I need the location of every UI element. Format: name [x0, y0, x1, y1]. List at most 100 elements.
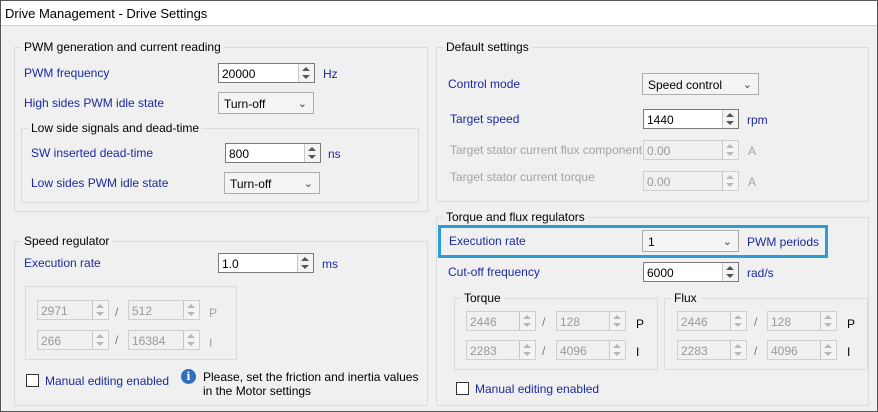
slash-separator: / [115, 333, 119, 347]
low-side-group-title: Low side signals and dead-time [28, 121, 203, 135]
high-idle-label: High sides PWM idle state [24, 96, 165, 110]
pwm-group-title: PWM generation and current reading [21, 40, 224, 54]
pwm-frequency-unit: Hz [323, 67, 338, 81]
tf-manual-edit-checkbox[interactable] [456, 382, 469, 395]
spin-arrows-icon[interactable] [92, 301, 108, 319]
speed-exec-rate-input[interactable]: 1.0 [218, 253, 314, 273]
tf-exec-rate-unit: PWM periods [747, 235, 820, 249]
speed-regulator-title: Speed regulator [21, 234, 113, 248]
cutoff-frequency-input[interactable]: 6000 [643, 262, 739, 282]
title-bar: Drive Management - Drive Settings [1, 1, 877, 26]
target-flux-label: Target stator current flux component [450, 143, 643, 157]
torque-p-numerator-value: 2446 [470, 315, 497, 329]
torque-i-label: I [636, 345, 640, 359]
dead-time-unit: ns [328, 147, 341, 161]
control-mode-label: Control mode [448, 77, 521, 91]
target-torque-input[interactable]: 0.00 [643, 171, 739, 191]
speed-p-numerator-input[interactable]: 2971 [37, 300, 109, 320]
spin-arrows-icon[interactable] [297, 254, 313, 272]
spin-arrows-icon[interactable] [722, 141, 738, 159]
spin-arrows-icon[interactable] [730, 312, 746, 330]
dead-time-label: SW inserted dead-time [31, 146, 154, 160]
cutoff-frequency-value: 6000 [647, 266, 674, 280]
high-idle-select[interactable]: Turn-off ⌄ [218, 92, 314, 114]
default-settings-title: Default settings [443, 40, 532, 54]
low-side-group: Low side signals and dead-time [21, 121, 419, 203]
torque-i-numerator-input[interactable]: 2283 [466, 340, 536, 360]
spin-arrows-icon[interactable] [519, 312, 535, 330]
slash-separator: / [115, 305, 119, 319]
spin-arrows-icon[interactable] [722, 172, 738, 190]
spin-arrows-icon[interactable] [609, 341, 625, 359]
flux-p-numerator-input[interactable]: 2446 [677, 311, 747, 331]
flux-p-numerator-value: 2446 [681, 315, 708, 329]
tf-exec-rate-label: Execution rate [449, 234, 526, 248]
spin-arrows-icon[interactable] [820, 341, 836, 359]
control-mode-select[interactable]: Speed control ⌄ [642, 73, 759, 95]
spin-arrows-icon[interactable] [92, 331, 108, 349]
pwm-frequency-label: PWM frequency [24, 66, 110, 80]
chevron-down-icon: ⌄ [303, 178, 313, 190]
spin-arrows-icon[interactable] [519, 341, 535, 359]
spin-arrows-icon[interactable] [304, 144, 320, 162]
tf-manual-edit-label[interactable]: Manual editing enabled [475, 382, 599, 396]
spin-arrows-icon[interactable] [730, 341, 746, 359]
speed-p-label: P [209, 306, 218, 320]
speed-i-numerator-input[interactable]: 266 [37, 330, 109, 350]
flux-i-numerator-input[interactable]: 2283 [677, 340, 747, 360]
dead-time-value: 800 [229, 147, 250, 161]
flux-i-label: I [847, 345, 851, 359]
spin-arrows-icon[interactable] [609, 312, 625, 330]
high-idle-value: Turn-off [224, 97, 266, 111]
spin-arrows-icon[interactable] [820, 312, 836, 330]
pwm-frequency-value: 20000 [222, 67, 256, 81]
flux-i-numerator-value: 2283 [681, 344, 708, 358]
info-text-line1: Please, set the friction and inertia val… [203, 370, 419, 384]
target-flux-input[interactable]: 0.00 [643, 140, 739, 160]
torque-p-numerator-input[interactable]: 2446 [466, 311, 536, 331]
target-speed-input[interactable]: 1440 [643, 109, 739, 129]
torque-i-denominator-value: 4096 [560, 344, 587, 358]
window-title: Drive Management - Drive Settings [5, 6, 208, 21]
spin-arrows-icon[interactable] [183, 331, 199, 349]
speed-i-denominator-input[interactable]: 16384 [128, 330, 200, 350]
speed-i-numerator-value: 266 [41, 334, 62, 348]
target-torque-value: 0.00 [647, 175, 671, 189]
speed-exec-rate-label: Execution rate [24, 256, 101, 270]
spin-arrows-icon[interactable] [722, 263, 738, 281]
cutoff-frequency-label: Cut-off frequency [448, 265, 540, 279]
dead-time-input[interactable]: 800 [225, 143, 321, 163]
low-idle-select[interactable]: Turn-off ⌄ [224, 172, 320, 194]
control-mode-value: Speed control [648, 78, 723, 92]
chevron-down-icon: ⌄ [742, 79, 752, 91]
tf-exec-rate-select[interactable]: 1 ⌄ [642, 230, 739, 252]
pwm-frequency-input[interactable]: 20000 [218, 63, 315, 83]
speed-exec-rate-value: 1.0 [222, 257, 239, 271]
speed-i-label: I [209, 336, 213, 350]
speed-p-denominator-input[interactable]: 512 [128, 300, 200, 320]
target-flux-value: 0.00 [647, 144, 671, 158]
spin-arrows-icon[interactable] [298, 64, 314, 82]
speed-manual-edit-checkbox[interactable] [26, 374, 39, 387]
flux-subgroup-title: Flux [671, 291, 700, 305]
flux-i-denominator-input[interactable]: 4096 [767, 340, 837, 360]
torque-i-denominator-input[interactable]: 4096 [556, 340, 626, 360]
spin-arrows-icon[interactable] [183, 301, 199, 319]
spin-arrows-icon[interactable] [722, 110, 738, 128]
slash-separator: / [542, 315, 546, 329]
flux-p-denominator-value: 128 [771, 315, 792, 329]
speed-manual-edit-label[interactable]: Manual editing enabled [45, 374, 169, 388]
speed-exec-rate-unit: ms [322, 257, 338, 271]
low-idle-value: Turn-off [230, 177, 272, 191]
slash-separator: / [754, 315, 758, 329]
torque-i-numerator-value: 2283 [470, 344, 497, 358]
torque-p-denominator-input[interactable]: 128 [556, 311, 626, 331]
target-torque-label: Target stator current torque [450, 170, 595, 184]
flux-p-denominator-input[interactable]: 128 [767, 311, 837, 331]
slash-separator: / [754, 344, 758, 358]
target-speed-value: 1440 [647, 113, 674, 127]
target-speed-label: Target speed [450, 112, 520, 126]
speed-i-denominator-value: 16384 [132, 334, 166, 348]
target-speed-unit: rpm [747, 113, 768, 127]
flux-i-denominator-value: 4096 [771, 344, 798, 358]
